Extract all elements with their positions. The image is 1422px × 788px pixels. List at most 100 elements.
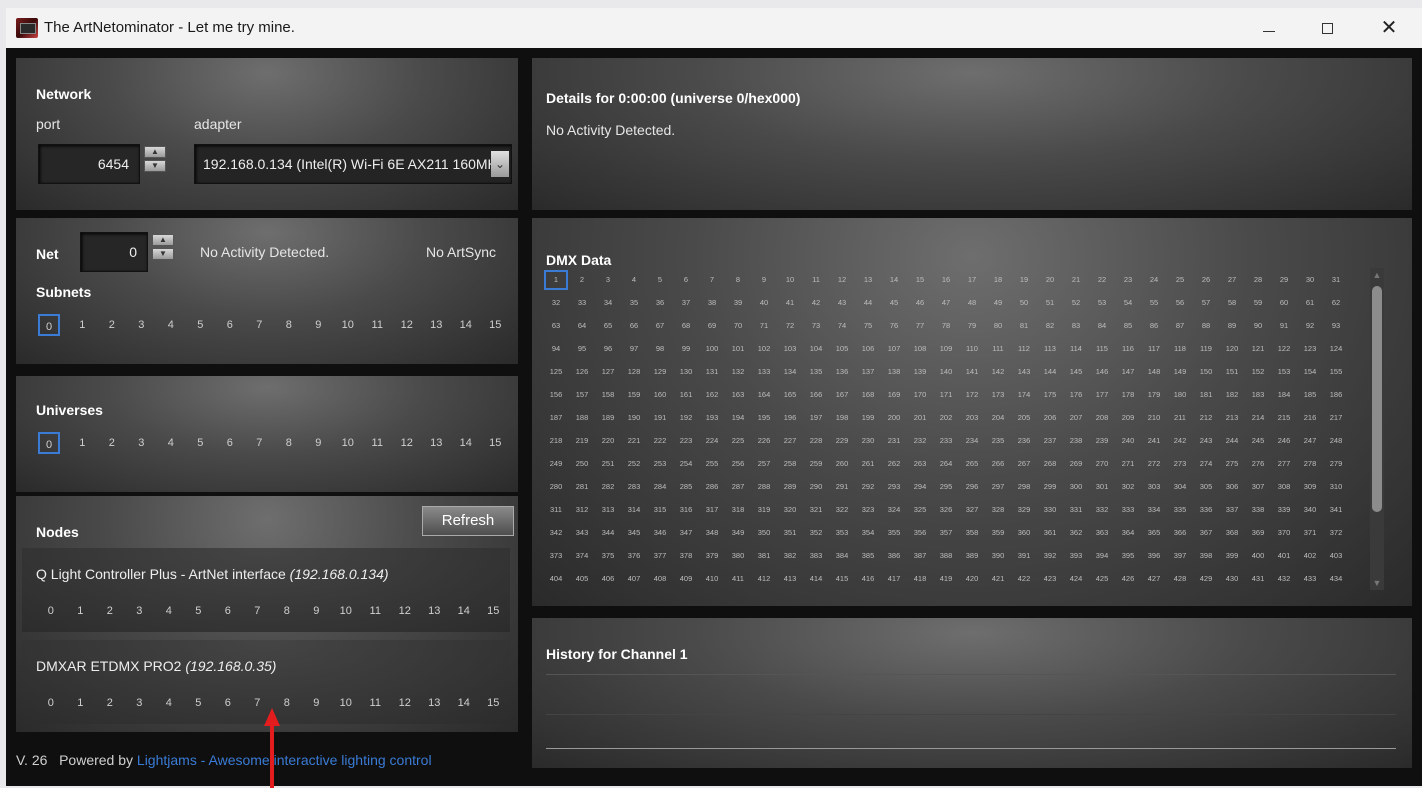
chevron-down-icon[interactable]: ⌄ bbox=[491, 151, 509, 177]
dmx-channel-260[interactable]: 260 bbox=[830, 454, 854, 474]
dmx-channel-219[interactable]: 219 bbox=[570, 431, 594, 451]
dmx-channel-23[interactable]: 23 bbox=[1116, 270, 1140, 290]
dmx-scrollbar[interactable]: ▲ ▼ bbox=[1370, 268, 1384, 590]
dmx-channel-407[interactable]: 407 bbox=[622, 569, 646, 589]
universe-6[interactable]: 6 bbox=[215, 432, 245, 454]
dmx-channel-102[interactable]: 102 bbox=[752, 339, 776, 359]
dmx-channel-308[interactable]: 308 bbox=[1272, 477, 1296, 497]
node-universe-0[interactable]: 0 bbox=[36, 600, 66, 622]
dmx-channel-27[interactable]: 27 bbox=[1220, 270, 1244, 290]
dmx-channel-351[interactable]: 351 bbox=[778, 523, 802, 543]
chevron-down-icon[interactable]: ▼ bbox=[152, 248, 174, 260]
node-universe-1[interactable]: 1 bbox=[66, 692, 96, 714]
dmx-channel-158[interactable]: 158 bbox=[596, 385, 620, 405]
dmx-channel-114[interactable]: 114 bbox=[1064, 339, 1088, 359]
dmx-channel-55[interactable]: 55 bbox=[1142, 293, 1166, 313]
dmx-channel-379[interactable]: 379 bbox=[700, 546, 724, 566]
node-universe-11[interactable]: 11 bbox=[361, 692, 391, 714]
dmx-channel-162[interactable]: 162 bbox=[700, 385, 724, 405]
subnet-15[interactable]: 15 bbox=[481, 314, 511, 336]
universe-9[interactable]: 9 bbox=[304, 432, 334, 454]
dmx-channel-84[interactable]: 84 bbox=[1090, 316, 1114, 336]
dmx-channel-223[interactable]: 223 bbox=[674, 431, 698, 451]
dmx-channel-249[interactable]: 249 bbox=[544, 454, 568, 474]
node-universe-11[interactable]: 11 bbox=[361, 600, 391, 622]
dmx-channel-267[interactable]: 267 bbox=[1012, 454, 1036, 474]
dmx-channel-183[interactable]: 183 bbox=[1246, 385, 1270, 405]
subnet-3[interactable]: 3 bbox=[127, 314, 157, 336]
dmx-channel-403[interactable]: 403 bbox=[1324, 546, 1348, 566]
dmx-channel-46[interactable]: 46 bbox=[908, 293, 932, 313]
node-universe-15[interactable]: 15 bbox=[479, 692, 509, 714]
dmx-channel-347[interactable]: 347 bbox=[674, 523, 698, 543]
dmx-channel-166[interactable]: 166 bbox=[804, 385, 828, 405]
dmx-channel-348[interactable]: 348 bbox=[700, 523, 724, 543]
dmx-channel-40[interactable]: 40 bbox=[752, 293, 776, 313]
dmx-channel-364[interactable]: 364 bbox=[1116, 523, 1140, 543]
dmx-channel-21[interactable]: 21 bbox=[1064, 270, 1088, 290]
dmx-channel-56[interactable]: 56 bbox=[1168, 293, 1192, 313]
dmx-channel-370[interactable]: 370 bbox=[1272, 523, 1296, 543]
dmx-channel-90[interactable]: 90 bbox=[1246, 316, 1270, 336]
dmx-channel-431[interactable]: 431 bbox=[1246, 569, 1270, 589]
dmx-channel-374[interactable]: 374 bbox=[570, 546, 594, 566]
dmx-channel-100[interactable]: 100 bbox=[700, 339, 724, 359]
dmx-channel-62[interactable]: 62 bbox=[1324, 293, 1348, 313]
dmx-channel-49[interactable]: 49 bbox=[986, 293, 1010, 313]
dmx-channel-65[interactable]: 65 bbox=[596, 316, 620, 336]
dmx-channel-237[interactable]: 237 bbox=[1038, 431, 1062, 451]
dmx-channel-187[interactable]: 187 bbox=[544, 408, 568, 428]
dmx-channel-7[interactable]: 7 bbox=[700, 270, 724, 290]
adapter-select[interactable]: 192.168.0.134 (Intel(R) Wi-Fi 6E AX211 1… bbox=[194, 144, 512, 184]
dmx-channel-293[interactable]: 293 bbox=[882, 477, 906, 497]
dmx-channel-94[interactable]: 94 bbox=[544, 339, 568, 359]
dmx-channel-80[interactable]: 80 bbox=[986, 316, 1010, 336]
node-universe-12[interactable]: 12 bbox=[390, 692, 420, 714]
dmx-channel-247[interactable]: 247 bbox=[1298, 431, 1322, 451]
dmx-channel-19[interactable]: 19 bbox=[1012, 270, 1036, 290]
dmx-channel-388[interactable]: 388 bbox=[934, 546, 958, 566]
dmx-channel-324[interactable]: 324 bbox=[882, 500, 906, 520]
dmx-channel-385[interactable]: 385 bbox=[856, 546, 880, 566]
dmx-channel-122[interactable]: 122 bbox=[1272, 339, 1296, 359]
dmx-channel-335[interactable]: 335 bbox=[1168, 500, 1192, 520]
chevron-up-icon[interactable]: ▲ bbox=[144, 146, 166, 158]
dmx-channel-215[interactable]: 215 bbox=[1272, 408, 1296, 428]
universe-15[interactable]: 15 bbox=[481, 432, 511, 454]
subnet-9[interactable]: 9 bbox=[304, 314, 334, 336]
dmx-channel-30[interactable]: 30 bbox=[1298, 270, 1322, 290]
dmx-channel-318[interactable]: 318 bbox=[726, 500, 750, 520]
dmx-channel-295[interactable]: 295 bbox=[934, 477, 958, 497]
universe-5[interactable]: 5 bbox=[186, 432, 216, 454]
node-universe-13[interactable]: 13 bbox=[420, 600, 450, 622]
dmx-channel-15[interactable]: 15 bbox=[908, 270, 932, 290]
dmx-channel-191[interactable]: 191 bbox=[648, 408, 672, 428]
node-universe-4[interactable]: 4 bbox=[154, 692, 184, 714]
dmx-channel-205[interactable]: 205 bbox=[1012, 408, 1036, 428]
dmx-channel-416[interactable]: 416 bbox=[856, 569, 880, 589]
dmx-channel-207[interactable]: 207 bbox=[1064, 408, 1088, 428]
dmx-channel-198[interactable]: 198 bbox=[830, 408, 854, 428]
dmx-channel-101[interactable]: 101 bbox=[726, 339, 750, 359]
dmx-channel-140[interactable]: 140 bbox=[934, 362, 958, 382]
dmx-channel-155[interactable]: 155 bbox=[1324, 362, 1348, 382]
dmx-channel-196[interactable]: 196 bbox=[778, 408, 802, 428]
dmx-channel-224[interactable]: 224 bbox=[700, 431, 724, 451]
dmx-channel-96[interactable]: 96 bbox=[596, 339, 620, 359]
dmx-channel-328[interactable]: 328 bbox=[986, 500, 1010, 520]
node-universe-4[interactable]: 4 bbox=[154, 600, 184, 622]
dmx-channel-356[interactable]: 356 bbox=[908, 523, 932, 543]
dmx-channel-228[interactable]: 228 bbox=[804, 431, 828, 451]
dmx-channel-272[interactable]: 272 bbox=[1142, 454, 1166, 474]
dmx-channel-410[interactable]: 410 bbox=[700, 569, 724, 589]
dmx-channel-390[interactable]: 390 bbox=[986, 546, 1010, 566]
dmx-channel-210[interactable]: 210 bbox=[1142, 408, 1166, 428]
dmx-channel-289[interactable]: 289 bbox=[778, 477, 802, 497]
subnet-5[interactable]: 5 bbox=[186, 314, 216, 336]
dmx-channel-60[interactable]: 60 bbox=[1272, 293, 1296, 313]
dmx-channel-369[interactable]: 369 bbox=[1246, 523, 1270, 543]
dmx-channel-396[interactable]: 396 bbox=[1142, 546, 1166, 566]
dmx-channel-42[interactable]: 42 bbox=[804, 293, 828, 313]
subnet-2[interactable]: 2 bbox=[97, 314, 127, 336]
dmx-channel-294[interactable]: 294 bbox=[908, 477, 932, 497]
